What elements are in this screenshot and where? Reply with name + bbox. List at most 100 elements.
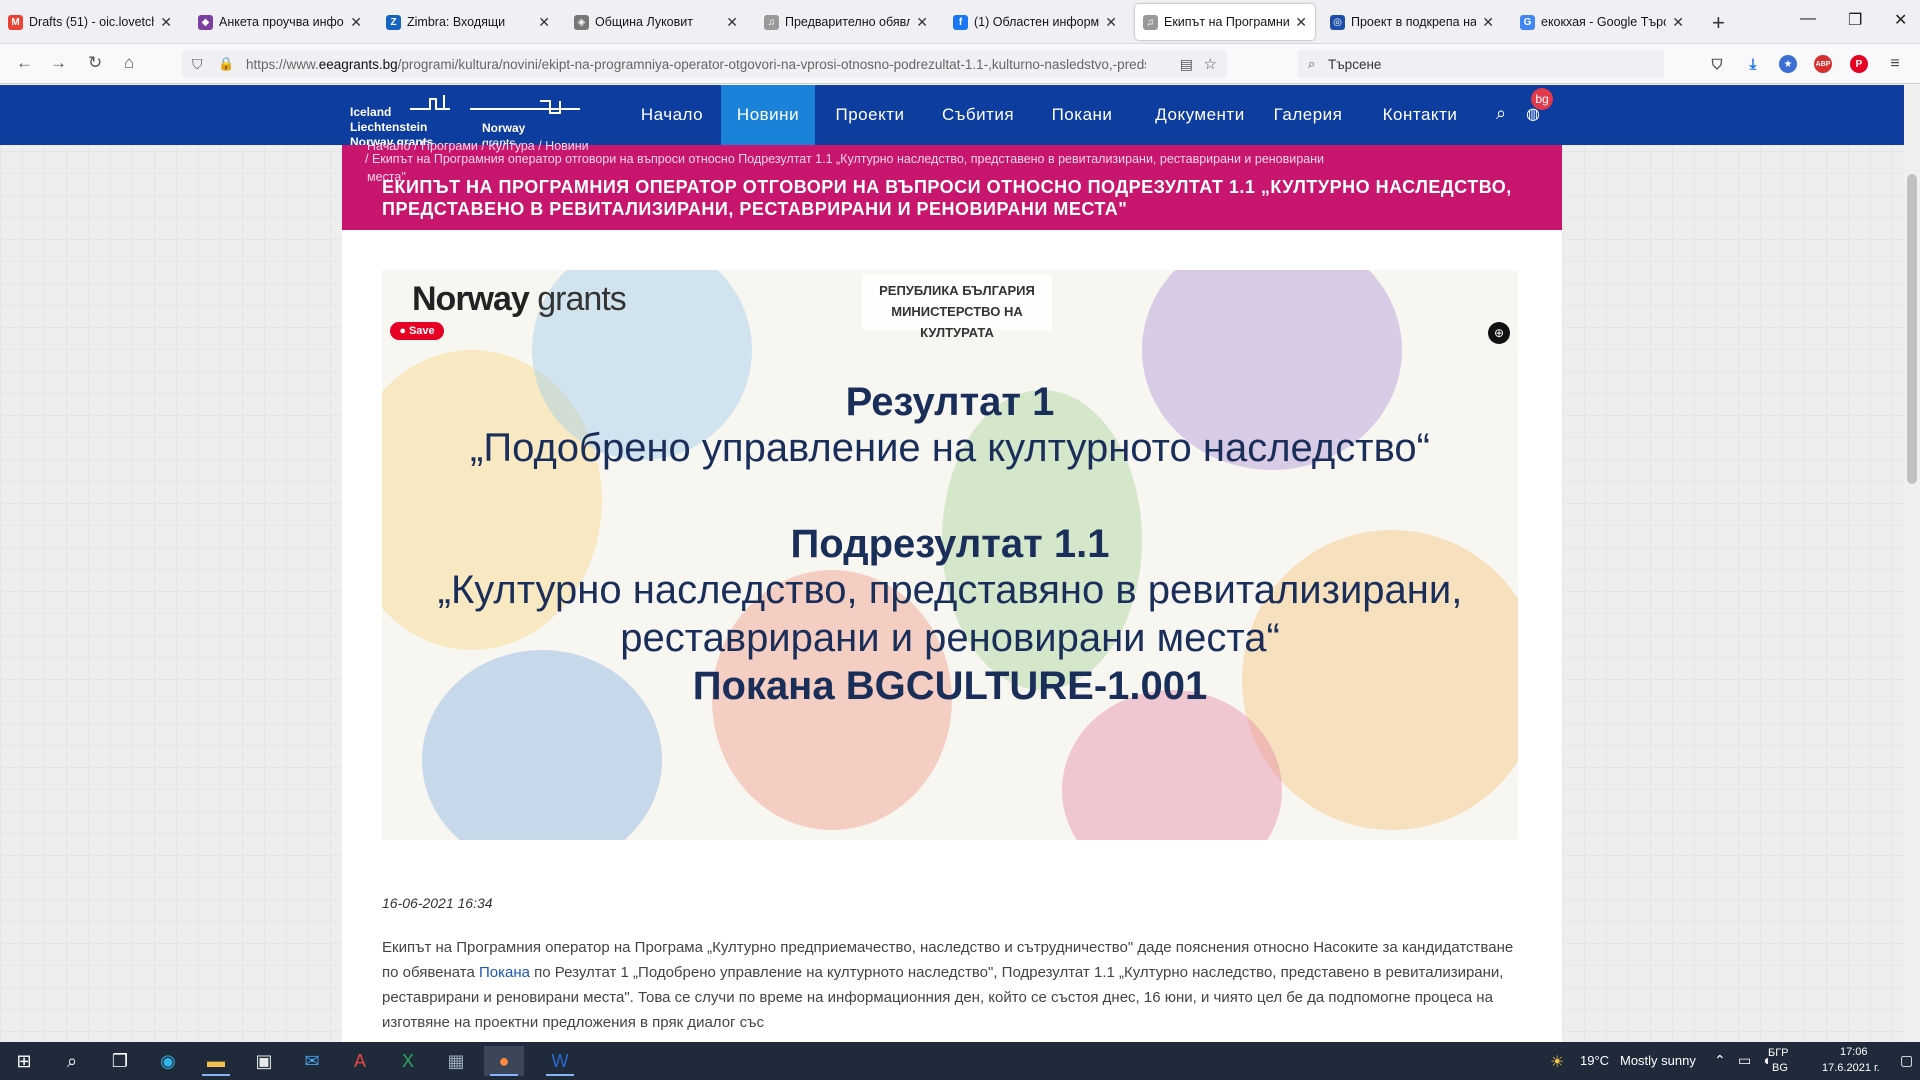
nav-item[interactable]: Новини (721, 85, 815, 145)
article-container: Norway grants РЕПУБЛИКА БЪЛГАРИЯ МИНИСТЕ… (342, 230, 1562, 1042)
tab-close-icon[interactable]: ✕ (1295, 14, 1307, 31)
address-bar[interactable]: ⛉ 🔒 https://www.eeagrants.bg/programi/ku… (182, 50, 1227, 78)
new-tab-button[interactable]: + (1712, 10, 1725, 36)
minimize-icon[interactable]: — (1800, 10, 1816, 28)
mail-icon[interactable]: ✉ (292, 1046, 332, 1076)
reader-view-icon[interactable]: ▤ (1180, 56, 1193, 73)
banner-line-2: „Културно наследство, представяно в реви… (437, 568, 1463, 612)
weather-icon[interactable]: ☀ (1550, 1052, 1564, 1072)
edge-icon[interactable]: ◉ (148, 1046, 188, 1076)
task-view-icon[interactable]: ❐ (100, 1046, 140, 1076)
word-icon[interactable]: W (540, 1046, 580, 1076)
tab-close-icon[interactable]: ✕ (1672, 14, 1684, 31)
chevron-up-icon[interactable]: ⌃ (1714, 1052, 1726, 1069)
article-banner-image[interactable]: Norway grants РЕПУБЛИКА БЪЛГАРИЯ МИНИСТЕ… (382, 270, 1518, 840)
language-badge[interactable]: bg (1531, 88, 1553, 110)
nav-item[interactable]: Проекти (818, 85, 922, 145)
tab-close-icon[interactable]: ✕ (916, 14, 928, 31)
breadcrumb-top[interactable]: Начало / Програми / Култура / Новини (367, 139, 589, 153)
ministry-line: МИНИСТЕРСТВО НА КУЛТУРАТА (891, 304, 1023, 340)
ministry-label: РЕПУБЛИКА БЪЛГАРИЯ МИНИСТЕРСТВО НА КУЛТУ… (862, 274, 1052, 340)
invitation-link[interactable]: Покана (479, 964, 530, 981)
browser-tab[interactable]: ♫ Предварително обявле ✕ (756, 4, 936, 40)
back-icon[interactable]: ← (16, 53, 33, 73)
acrobat-icon[interactable]: A (340, 1046, 380, 1076)
shield-icon[interactable]: ⛉ (192, 56, 203, 73)
browser-tab[interactable]: Z Zimbra: Входящи ✕ (378, 4, 558, 40)
file-explorer-icon[interactable]: ▬ (196, 1046, 236, 1076)
url-text[interactable]: https://www.eeagrants.bg/programi/kultur… (246, 57, 1146, 72)
body-text: по Резултат 1 „Подобрено управление на к… (382, 964, 1504, 1031)
search-placeholder: Търсене (1328, 56, 1382, 72)
downloads-icon[interactable]: ⤓ (1744, 55, 1762, 73)
banner-line-1: „Подобрено управление на културното насл… (470, 426, 1430, 470)
window-close-icon[interactable]: ✕ (1894, 10, 1907, 30)
tab-title: Проект в подкрепа на н (1351, 15, 1477, 29)
weather-temp[interactable]: 19°C (1580, 1053, 1609, 1068)
reload-icon[interactable]: ↻ (88, 53, 102, 73)
start-icon[interactable]: ⊞ (4, 1046, 44, 1076)
pinterest-icon[interactable]: P (1850, 55, 1868, 73)
browser-tab[interactable]: Gекокхая - Google Търсе ✕ (1512, 4, 1692, 40)
browser-tab[interactable]: ◈ Община Луковит ✕ (566, 4, 746, 40)
search-icon[interactable]: ⌕ (1496, 103, 1506, 124)
adblock-icon[interactable]: ABP (1814, 55, 1832, 73)
clock-date[interactable]: 17.6.2021 г. (1822, 1062, 1880, 1074)
clock-time[interactable]: 17:06 (1840, 1046, 1868, 1058)
banner-line-3: реставрирани и реновирани места“ (620, 616, 1280, 660)
scrollbar-thumb[interactable] (1907, 174, 1917, 484)
pinterest-icon: ● (399, 325, 406, 337)
language-top[interactable]: БГР (1768, 1047, 1789, 1059)
logo-graphic-icon (410, 95, 580, 114)
search-input[interactable]: ⌕ Търсене (1298, 50, 1664, 78)
pocket-icon[interactable]: ⛉ (1708, 55, 1726, 73)
calculator-icon[interactable]: ▦ (436, 1046, 476, 1076)
home-icon[interactable]: ⌂ (124, 53, 134, 73)
browser-tab[interactable]: ♫ Екипът на Програмния ✕ (1135, 4, 1315, 40)
browser-tab[interactable]: M Drafts (51) - oic.lovetch@ ✕ (0, 4, 180, 40)
nav-item[interactable]: Документи (1138, 85, 1262, 145)
nav-item[interactable]: Събития (928, 85, 1028, 145)
nav-item[interactable]: Покани (1036, 85, 1128, 145)
nav-item[interactable]: Галерия (1266, 85, 1350, 145)
notifications-icon[interactable]: ▢ (1900, 1052, 1913, 1069)
tab-close-icon[interactable]: ✕ (726, 14, 738, 31)
tab-close-icon[interactable]: ✕ (1482, 14, 1494, 31)
store-icon[interactable]: ▣ (244, 1046, 284, 1076)
browser-tab[interactable]: ◎ Проект в подкрепа на н ✕ (1322, 4, 1502, 40)
search-icon[interactable]: ⌕ (52, 1046, 92, 1076)
tab-close-icon[interactable]: ✕ (350, 14, 362, 31)
page-hero: Начало / Програми / Култура / Новини / Е… (342, 139, 1562, 230)
network-icon[interactable]: ▭ (1738, 1052, 1751, 1069)
logo-bold: Norway (412, 280, 530, 318)
nav-item[interactable]: Начало (628, 85, 716, 145)
language-bottom[interactable]: BG (1772, 1062, 1788, 1074)
menu-icon[interactable]: ≡ (1886, 55, 1904, 73)
tab-title: Предварително обявле (785, 15, 911, 29)
lock-icon[interactable]: 🔒 (218, 56, 234, 72)
forward-icon[interactable]: → (50, 53, 67, 73)
excel-icon[interactable]: X (388, 1046, 428, 1076)
tab-title: Drafts (51) - oic.lovetch@ (29, 15, 154, 29)
browser-toolbar: ← → ↻ ⌂ ⛉ 🔒 https://www.eeagrants.bg/pro… (0, 44, 1920, 84)
tab-close-icon[interactable]: ✕ (538, 14, 550, 31)
tab-close-icon[interactable]: ✕ (1105, 14, 1117, 31)
firefox-icon[interactable]: ● (484, 1046, 524, 1076)
tab-close-icon[interactable]: ✕ (160, 14, 172, 31)
pinterest-save-button[interactable]: ● Save (390, 322, 444, 340)
visual-search-icon[interactable]: ⊕ (1488, 322, 1510, 344)
nav-item[interactable]: Контакти (1366, 85, 1474, 145)
site-navigation: Iceland Liechtenstein Norway grants Norw… (0, 85, 1904, 150)
page-scrollbar[interactable] (1904, 85, 1920, 1042)
weather-text[interactable]: Mostly sunny (1620, 1053, 1696, 1068)
bookmark-star-icon[interactable]: ☆ (1204, 55, 1217, 73)
tab-title: екокхая - Google Търсе (1541, 15, 1667, 29)
restore-icon[interactable]: ❐ (1848, 10, 1862, 30)
extension-icon[interactable]: ★ (1779, 55, 1797, 73)
tab-favicon-icon: Z (386, 14, 401, 30)
logo-line: Norway (482, 121, 526, 135)
browser-tab[interactable]: ◆ Анкета проучва информ ✕ (190, 4, 370, 40)
breadcrumb[interactable]: / Екипът на Програмния оператор отговори… (365, 152, 1324, 166)
page-title: ЕКИПЪТ НА ПРОГРАМНИЯ ОПЕРАТОР ОТГОВОРИ Н… (382, 177, 1512, 219)
browser-tab[interactable]: f (1) Областен информац ✕ (945, 4, 1125, 40)
